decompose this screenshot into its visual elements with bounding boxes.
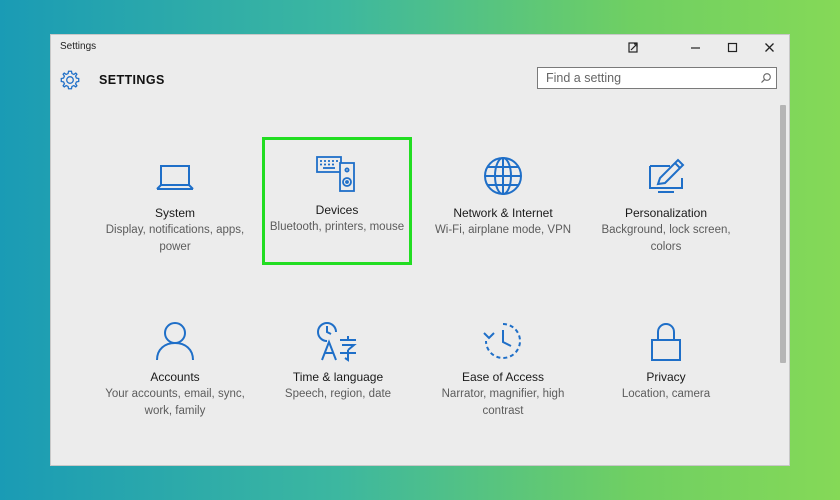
tile-time-language[interactable]: Time & language Speech, region, date bbox=[263, 304, 413, 432]
search-box[interactable] bbox=[537, 67, 777, 89]
tablet-mode-icon bbox=[627, 41, 638, 53]
tile-description: Your accounts, email, sync, work, family bbox=[105, 388, 245, 417]
tile-name: Accounts bbox=[150, 370, 200, 384]
tile-privacy[interactable]: Privacy Location, camera bbox=[591, 304, 741, 432]
tile-devices[interactable]: Devices Bluetooth, printers, mouse bbox=[262, 137, 412, 265]
tile-description: Bluetooth, printers, mouse bbox=[269, 221, 405, 233]
window-title: Settings bbox=[60, 41, 97, 52]
lock-icon bbox=[651, 323, 681, 361]
scrollbar[interactable] bbox=[780, 105, 786, 363]
tile-name: Privacy bbox=[646, 370, 686, 384]
maximize-icon bbox=[727, 42, 737, 52]
tile-name: Devices bbox=[315, 203, 359, 217]
tile-description: Wi-Fi, airplane mode, VPN bbox=[434, 224, 572, 236]
tile-description: Background, lock screen, colors bbox=[601, 224, 731, 253]
title-bar[interactable]: Settings bbox=[51, 35, 789, 59]
tile-ease-of-access[interactable]: Ease of Access Narrator, magnifier, high… bbox=[428, 304, 578, 432]
tile-description: Display, notifications, apps, power bbox=[105, 224, 245, 253]
minimize-button[interactable] bbox=[677, 37, 713, 57]
paint-icon bbox=[649, 158, 685, 193]
search-icon[interactable] bbox=[760, 72, 772, 84]
tile-name: Personalization bbox=[624, 206, 708, 220]
tile-personalization[interactable]: Personalization Background, lock screen,… bbox=[591, 140, 741, 268]
tile-description: Speech, region, date bbox=[284, 388, 392, 400]
person-icon bbox=[156, 322, 194, 361]
settings-header: SETTINGS bbox=[51, 63, 789, 99]
close-button[interactable] bbox=[751, 37, 787, 57]
ease-of-access-icon bbox=[483, 323, 521, 359]
gear-icon bbox=[60, 70, 80, 90]
tile-network-internet[interactable]: Network & Internet Wi-Fi, airplane mode,… bbox=[428, 140, 578, 268]
laptop-icon bbox=[156, 165, 194, 190]
tile-accounts[interactable]: Accounts Your accounts, email, sync, wor… bbox=[100, 304, 250, 432]
tile-description: Narrator, magnifier, high contrast bbox=[441, 388, 565, 417]
tile-system[interactable]: System Display, notifications, apps, pow… bbox=[100, 140, 250, 268]
tile-name: Ease of Access bbox=[461, 370, 545, 384]
tile-name: Network & Internet bbox=[453, 206, 553, 220]
tile-description: Location, camera bbox=[621, 388, 711, 400]
time-language-icon bbox=[317, 322, 357, 362]
search-input[interactable] bbox=[538, 68, 756, 88]
tile-name: Time & language bbox=[292, 370, 384, 384]
settings-window: Settings SETTINGS Find a setting System … bbox=[51, 35, 789, 465]
close-icon bbox=[764, 42, 774, 52]
tile-name: System bbox=[154, 206, 195, 220]
globe-icon bbox=[484, 157, 522, 195]
minimize-icon bbox=[690, 46, 700, 49]
snap-assist-button[interactable] bbox=[615, 37, 651, 57]
devices-icon bbox=[316, 156, 355, 192]
page-title: SETTINGS bbox=[99, 73, 165, 87]
maximize-button[interactable] bbox=[714, 37, 750, 57]
